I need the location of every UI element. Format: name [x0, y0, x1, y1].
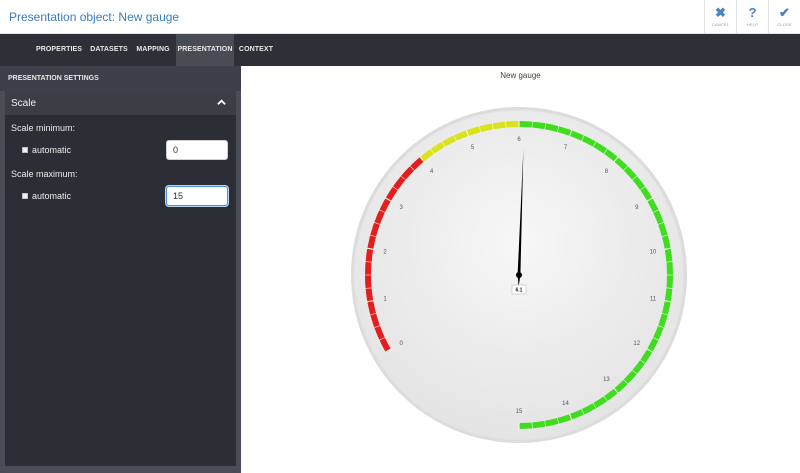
tab-mapping[interactable]: MAPPING	[130, 34, 176, 66]
title-bar: Presentation object: New gauge ✖ CANCEL …	[0, 0, 800, 34]
scale-maximum-input[interactable]: 15	[166, 186, 228, 206]
scale-maximum-automatic-label: automatic	[32, 191, 72, 201]
settings-panel: PRESENTATION SETTINGS Scale Scale minimu…	[0, 66, 241, 473]
chevron-up-icon[interactable]	[217, 98, 226, 107]
tab-presentation[interactable]: PRESENTATION	[176, 34, 234, 66]
tab-properties[interactable]: PROPERTIES	[30, 34, 88, 66]
check-icon: ✔	[779, 5, 790, 20]
window-title: Presentation object: New gauge	[9, 10, 180, 24]
scale-minimum-label: Scale minimum:	[11, 123, 76, 133]
gauge-tick-label: 13	[603, 377, 610, 383]
close-icon: ✖	[715, 5, 726, 20]
scale-minimum-automatic-checkbox[interactable]	[22, 147, 28, 153]
scale-section-title: Scale	[11, 98, 37, 109]
help-button[interactable]: ? HELP	[736, 0, 768, 33]
settings-header: PRESENTATION SETTINGS	[0, 66, 241, 91]
gauge-chart: 0123456789101112131415 6.1	[351, 107, 687, 443]
window-actions: ✖ CANCEL ? HELP ✔ CLOSE	[704, 0, 800, 33]
gauge-area: New gauge 0 1 2 3 4 5 6 7 8 9 10 11 12 13 14 15 6.1	[241, 66, 800, 473]
scale-minimum-input[interactable]: 0	[166, 140, 228, 160]
tab-datasets[interactable]: DATASETS	[88, 34, 130, 66]
scale-minimum-automatic[interactable]: automatic	[22, 145, 71, 155]
tab-bar: PROPERTIES DATASETS MAPPING PRESENTATION…	[0, 34, 800, 66]
settings-header-label: PRESENTATION SETTINGS	[8, 75, 99, 82]
gauge-tick-label: 14	[562, 401, 569, 407]
tab-context[interactable]: CONTEXT	[234, 34, 278, 66]
scale-minimum-automatic-label: automatic	[32, 145, 72, 155]
cancel-button[interactable]: ✖ CANCEL	[704, 0, 736, 33]
scale-maximum-automatic[interactable]: automatic	[22, 191, 71, 201]
help-icon: ?	[748, 5, 757, 20]
scale-maximum-automatic-checkbox[interactable]	[22, 193, 28, 199]
gauge-needle-hub	[516, 272, 522, 278]
cancel-label: CANCEL	[711, 22, 730, 27]
scale-maximum-label: Scale maximum:	[11, 169, 78, 179]
gauge-tick-label: 11	[650, 297, 657, 303]
close-button[interactable]: ✔ CLOSE	[768, 0, 800, 33]
close-label: CLOSE	[777, 22, 792, 27]
help-label: HELP	[746, 22, 759, 27]
gauge-value-label: 6.1	[516, 288, 523, 294]
scale-section-header[interactable]: Scale	[5, 91, 236, 115]
settings-body: Scale Scale minimum: automatic 0 Scale m…	[5, 91, 236, 466]
gauge-tick-label: 10	[650, 249, 657, 255]
gauge-tick-label: 15	[516, 409, 523, 415]
gauge-tick-label: 12	[633, 341, 640, 347]
